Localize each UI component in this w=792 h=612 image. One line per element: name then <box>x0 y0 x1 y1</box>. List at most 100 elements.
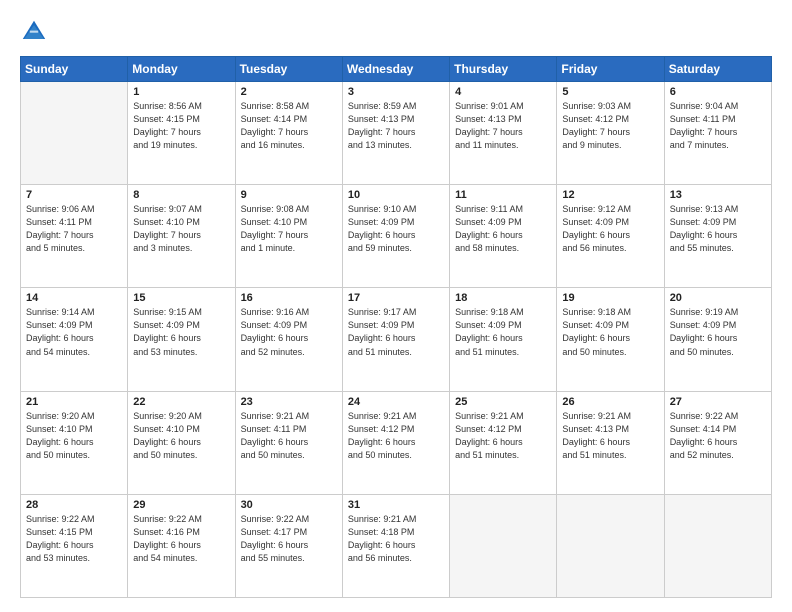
calendar-cell: 15 Sunrise: 9:15 AM Sunset: 4:09 PM Dayli… <box>128 288 235 391</box>
day-header-saturday: Saturday <box>664 57 771 82</box>
day-header-monday: Monday <box>128 57 235 82</box>
calendar-week-2: 14Sunrise: 9:14 AM Sunset: 4:09 PM Dayli… <box>21 288 772 391</box>
day-info: Sunrise: 9:15 AM Sunset: 4:09 PM Dayligh… <box>133 306 229 358</box>
day-info: Sunrise: 9:20 AM Sunset: 4:10 PM Dayligh… <box>133 410 229 462</box>
day-number: 15 <box>133 292 229 304</box>
calendar-cell <box>21 82 128 185</box>
calendar-cell: 5Sunrise: 9:03 AM Sunset: 4:12 PM Daylig… <box>557 82 664 185</box>
calendar-cell: 10 Sunrise: 9:10 AM Sunset: 4:09 PM Dayli… <box>342 185 449 288</box>
calendar-cell: 24 Sunrise: 9:21 AM Sunset: 4:12 PM Dayli… <box>342 391 449 494</box>
calendar-cell: 11 Sunrise: 9:11 AM Sunset: 4:09 PM Dayli… <box>450 185 557 288</box>
calendar-cell: 2Sunrise: 8:58 AM Sunset: 4:14 PM Daylig… <box>235 82 342 185</box>
day-info: Sunrise: 9:10 AM Sunset: 4:09 PM Dayligh… <box>348 203 444 255</box>
calendar-cell: 19Sunrise: 9:18 AM Sunset: 4:09 PM Dayli… <box>557 288 664 391</box>
calendar-cell: 31 Sunrise: 9:21 AM Sunset: 4:18 PM Dayli… <box>342 494 449 597</box>
day-number: 20 <box>670 292 766 304</box>
day-info: Sunrise: 9:07 AM Sunset: 4:10 PM Dayligh… <box>133 203 229 255</box>
day-header-wednesday: Wednesday <box>342 57 449 82</box>
calendar-cell: 20 Sunrise: 9:19 AM Sunset: 4:09 PM Dayli… <box>664 288 771 391</box>
day-number: 21 <box>26 396 122 408</box>
day-number: 1 <box>133 86 229 98</box>
calendar-cell: 27 Sunrise: 9:22 AM Sunset: 4:14 PM Dayli… <box>664 391 771 494</box>
day-info: Sunrise: 9:20 AM Sunset: 4:10 PM Dayligh… <box>26 410 122 462</box>
day-number: 11 <box>455 189 551 201</box>
day-header-sunday: Sunday <box>21 57 128 82</box>
page: SundayMondayTuesdayWednesdayThursdayFrid… <box>0 0 792 612</box>
calendar-cell: 9 Sunrise: 9:08 AM Sunset: 4:10 PM Daylig… <box>235 185 342 288</box>
calendar-cell: 18 Sunrise: 9:18 AM Sunset: 4:09 PM Dayli… <box>450 288 557 391</box>
calendar-cell: 16 Sunrise: 9:16 AM Sunset: 4:09 PM Dayli… <box>235 288 342 391</box>
day-number: 14 <box>26 292 122 304</box>
calendar-cell: 30 Sunrise: 9:22 AM Sunset: 4:17 PM Dayli… <box>235 494 342 597</box>
calendar-cell <box>557 494 664 597</box>
day-number: 7 <box>26 189 122 201</box>
day-header-tuesday: Tuesday <box>235 57 342 82</box>
day-info: Sunrise: 9:21 AM Sunset: 4:12 PM Dayligh… <box>348 410 444 462</box>
calendar-week-3: 21 Sunrise: 9:20 AM Sunset: 4:10 PM Dayli… <box>21 391 772 494</box>
day-info: Sunrise: 9:11 AM Sunset: 4:09 PM Dayligh… <box>455 203 551 255</box>
day-info: Sunrise: 9:21 AM Sunset: 4:11 PM Dayligh… <box>241 410 337 462</box>
day-info: Sunrise: 9:22 AM Sunset: 4:14 PM Dayligh… <box>670 410 766 462</box>
day-number: 16 <box>241 292 337 304</box>
calendar-table: SundayMondayTuesdayWednesdayThursdayFrid… <box>20 56 772 598</box>
calendar-cell: 28Sunrise: 9:22 AM Sunset: 4:15 PM Dayli… <box>21 494 128 597</box>
day-info: Sunrise: 9:03 AM Sunset: 4:12 PM Dayligh… <box>562 100 658 152</box>
day-number: 4 <box>455 86 551 98</box>
day-info: Sunrise: 9:06 AM Sunset: 4:11 PM Dayligh… <box>26 203 122 255</box>
calendar-cell: 12Sunrise: 9:12 AM Sunset: 4:09 PM Dayli… <box>557 185 664 288</box>
calendar-cell: 13 Sunrise: 9:13 AM Sunset: 4:09 PM Dayli… <box>664 185 771 288</box>
day-info: Sunrise: 9:21 AM Sunset: 4:13 PM Dayligh… <box>562 410 658 462</box>
day-info: Sunrise: 8:58 AM Sunset: 4:14 PM Dayligh… <box>241 100 337 152</box>
calendar-cell: 17 Sunrise: 9:17 AM Sunset: 4:09 PM Dayli… <box>342 288 449 391</box>
calendar-cell: 4Sunrise: 9:01 AM Sunset: 4:13 PM Daylig… <box>450 82 557 185</box>
day-number: 3 <box>348 86 444 98</box>
day-number: 25 <box>455 396 551 408</box>
day-number: 28 <box>26 499 122 511</box>
calendar-cell: 21 Sunrise: 9:20 AM Sunset: 4:10 PM Dayli… <box>21 391 128 494</box>
logo-icon <box>20 18 48 46</box>
day-number: 10 <box>348 189 444 201</box>
day-info: Sunrise: 9:08 AM Sunset: 4:10 PM Dayligh… <box>241 203 337 255</box>
calendar-cell: 3 Sunrise: 8:59 AM Sunset: 4:13 PM Daylig… <box>342 82 449 185</box>
calendar-week-0: 1 Sunrise: 8:56 AM Sunset: 4:15 PM Daylig… <box>21 82 772 185</box>
day-info: Sunrise: 9:18 AM Sunset: 4:09 PM Dayligh… <box>455 306 551 358</box>
day-number: 12 <box>562 189 658 201</box>
day-info: Sunrise: 8:56 AM Sunset: 4:15 PM Dayligh… <box>133 100 229 152</box>
day-info: Sunrise: 9:21 AM Sunset: 4:12 PM Dayligh… <box>455 410 551 462</box>
calendar-cell: 25 Sunrise: 9:21 AM Sunset: 4:12 PM Dayli… <box>450 391 557 494</box>
day-number: 17 <box>348 292 444 304</box>
calendar-header-row: SundayMondayTuesdayWednesdayThursdayFrid… <box>21 57 772 82</box>
calendar-cell: 14Sunrise: 9:14 AM Sunset: 4:09 PM Dayli… <box>21 288 128 391</box>
day-header-thursday: Thursday <box>450 57 557 82</box>
calendar-cell: 6Sunrise: 9:04 AM Sunset: 4:11 PM Daylig… <box>664 82 771 185</box>
day-number: 8 <box>133 189 229 201</box>
day-number: 19 <box>562 292 658 304</box>
calendar-cell: 26Sunrise: 9:21 AM Sunset: 4:13 PM Dayli… <box>557 391 664 494</box>
calendar-cell <box>450 494 557 597</box>
day-number: 27 <box>670 396 766 408</box>
day-header-friday: Friday <box>557 57 664 82</box>
day-number: 22 <box>133 396 229 408</box>
calendar-cell: 8 Sunrise: 9:07 AM Sunset: 4:10 PM Daylig… <box>128 185 235 288</box>
day-info: Sunrise: 9:21 AM Sunset: 4:18 PM Dayligh… <box>348 513 444 565</box>
day-info: Sunrise: 9:19 AM Sunset: 4:09 PM Dayligh… <box>670 306 766 358</box>
day-number: 9 <box>241 189 337 201</box>
day-info: Sunrise: 9:22 AM Sunset: 4:16 PM Dayligh… <box>133 513 229 565</box>
day-number: 13 <box>670 189 766 201</box>
day-number: 30 <box>241 499 337 511</box>
day-number: 31 <box>348 499 444 511</box>
day-info: Sunrise: 9:22 AM Sunset: 4:17 PM Dayligh… <box>241 513 337 565</box>
day-number: 24 <box>348 396 444 408</box>
day-info: Sunrise: 9:17 AM Sunset: 4:09 PM Dayligh… <box>348 306 444 358</box>
day-info: Sunrise: 9:13 AM Sunset: 4:09 PM Dayligh… <box>670 203 766 255</box>
calendar-week-1: 7 Sunrise: 9:06 AM Sunset: 4:11 PM Daylig… <box>21 185 772 288</box>
day-info: Sunrise: 8:59 AM Sunset: 4:13 PM Dayligh… <box>348 100 444 152</box>
day-info: Sunrise: 9:16 AM Sunset: 4:09 PM Dayligh… <box>241 306 337 358</box>
calendar-cell: 7 Sunrise: 9:06 AM Sunset: 4:11 PM Daylig… <box>21 185 128 288</box>
calendar-cell: 1 Sunrise: 8:56 AM Sunset: 4:15 PM Daylig… <box>128 82 235 185</box>
calendar-cell <box>664 494 771 597</box>
day-number: 23 <box>241 396 337 408</box>
day-number: 6 <box>670 86 766 98</box>
logo <box>20 18 52 46</box>
day-number: 18 <box>455 292 551 304</box>
